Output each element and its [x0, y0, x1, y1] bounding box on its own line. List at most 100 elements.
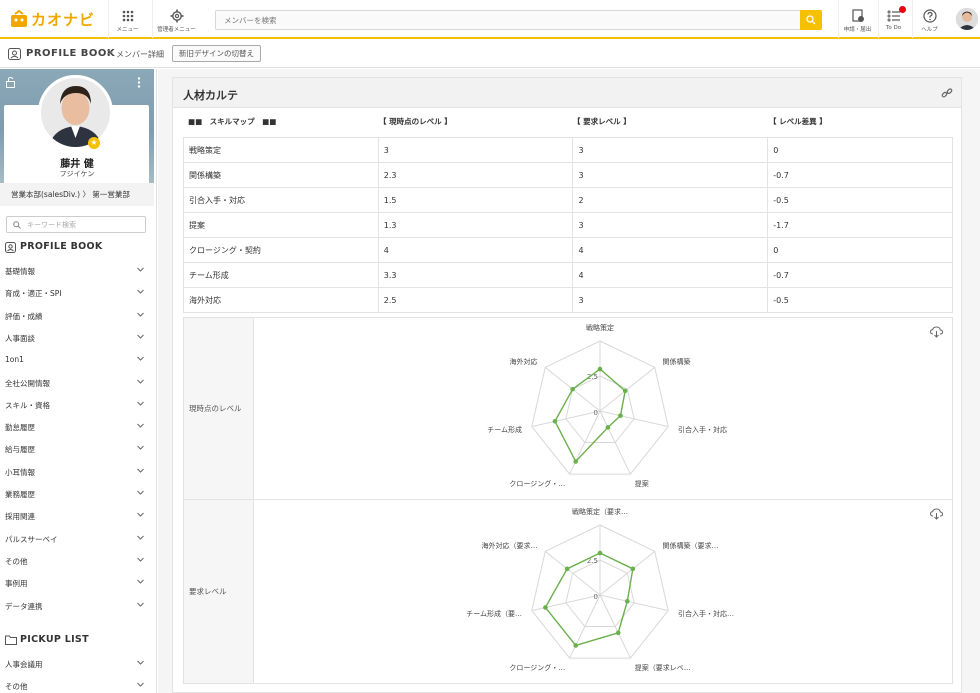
sidebar-item-label: 採用関連: [5, 512, 35, 522]
sidebar-item-label: パルスサーベイ: [5, 534, 58, 544]
radar-data-point: [630, 566, 636, 572]
profile-kana: フジイケン: [59, 170, 95, 178]
radar-data-point: [552, 418, 558, 424]
kaonavi-logo[interactable]: カオナビ: [10, 9, 95, 29]
radar-data-point: [615, 630, 621, 636]
sidebar-item-label: 人事面談: [5, 333, 35, 343]
unlock-icon[interactable]: [6, 77, 15, 88]
document-stamp-icon: [851, 9, 864, 22]
search-icon: [806, 15, 816, 25]
sidebar-item[interactable]: 育成・適正・SPI: [0, 282, 154, 304]
pickup-item-label: その他: [5, 682, 28, 692]
radar-data-point: [618, 413, 623, 418]
chevron-down-icon: [137, 312, 144, 317]
table-row: チーム形成 3.3 4 -0.7: [183, 262, 953, 288]
radar-chart-required: 02.5戦略策定（要求…関係構築（要求…引合入手・対応…提案（要求レベ…クロージ…: [466, 507, 734, 672]
panel-header: 人材カルテ: [173, 78, 961, 108]
required-level-cell: 3: [572, 162, 769, 188]
admin-menu-button[interactable]: 管理者メニュー: [152, 0, 200, 38]
sidebar-item[interactable]: 小耳情報: [0, 461, 154, 483]
sidebar-item[interactable]: 評価・成績: [0, 305, 154, 327]
radar-data-point: [573, 459, 579, 464]
sidebar-item[interactable]: パルスサーベイ: [0, 528, 154, 550]
level-diff-cell: -0.5: [767, 287, 953, 313]
sidebar-item[interactable]: 1on1: [0, 349, 154, 371]
sidebar: ★ 藤井 健 フジイケン 営業本部(salesDiv.) 〉 第一営業部 キーワ…: [0, 69, 157, 693]
help-button[interactable]: ヘルプ: [912, 0, 946, 38]
menu-button[interactable]: メニュー: [108, 0, 146, 38]
sidebar-item[interactable]: 人事面談: [0, 327, 154, 349]
sidebar-item-label: スキル・資格: [5, 400, 50, 410]
table-header-diff: 【 レベル差異 】: [769, 117, 827, 126]
sidebar-item[interactable]: 全社公開情報: [0, 372, 154, 394]
pickup-item[interactable]: 人事会議用: [0, 653, 154, 675]
more-vertical-icon[interactable]: [137, 77, 141, 88]
profile-book-heading-text: PROFILE BOOK: [20, 241, 103, 252]
radar-data-point: [564, 566, 570, 572]
chart-row-required: 要求レベル 0 2.5 戦略策定（要求… 関係構築（要求… 引合入手・対応… 提案（要求レ…: [183, 499, 953, 684]
sidebar-item-label: 基礎情報: [5, 267, 35, 276]
panel-title: 人材カルテ: [183, 89, 238, 102]
radar-axis-label: 引合入手・対応: [678, 425, 727, 434]
radar-data-point: [570, 386, 575, 392]
current-level-cell: 1.5: [377, 187, 574, 213]
chevron-down-icon: [137, 468, 144, 473]
keyword-search-input[interactable]: キーワード検索: [6, 216, 146, 233]
skill-table: 戦略策定 3 3 0 関係構築 2.3 3 -0.7 引合入手・対応 1.5 2 -0.5 提案 1.3 3…: [183, 137, 953, 313]
sidebar-item[interactable]: データ連携: [0, 595, 154, 617]
skill-name-cell: 引合入手・対応: [183, 187, 379, 213]
sidebar-item[interactable]: 勤怠履歴: [0, 416, 154, 438]
radar-axis-label: クロージング・…: [509, 663, 565, 672]
chevron-down-icon: [137, 602, 144, 607]
sidebar-item-label: 給与履歴: [5, 445, 35, 455]
skill-name-cell: 海外対応: [183, 287, 379, 313]
table-row: 提案 1.3 3 -1.7: [183, 212, 953, 238]
level-diff-cell: -0.5: [767, 187, 953, 213]
design-toggle-button[interactable]: 新旧デザインの切替え: [172, 45, 261, 62]
sidebar-item[interactable]: 基礎情報: [0, 260, 154, 282]
radar-spoke: [599, 550, 656, 596]
sidebar-item[interactable]: 事例用: [0, 572, 154, 594]
todo-button[interactable]: To Do: [878, 0, 908, 38]
level-diff-cell: -0.7: [767, 162, 953, 188]
chevron-down-icon: [137, 423, 144, 428]
sidebar-item[interactable]: その他: [0, 550, 154, 572]
pickup-item[interactable]: その他: [0, 675, 154, 693]
chevron-down-icon: [137, 334, 144, 339]
sidebar-item-label: 1on1: [5, 355, 24, 365]
sidebar-item[interactable]: スキル・資格: [0, 394, 154, 416]
radar-spoke: [531, 594, 601, 612]
required-level-cell: 2: [572, 187, 769, 213]
sidebar-item[interactable]: 給与履歴: [0, 438, 154, 460]
profile-header: ★ 藤井 健 フジイケン 営業本部(salesDiv.) 〉 第一営業部: [0, 69, 154, 206]
skill-name-cell: チーム形成: [183, 262, 379, 288]
member-search-input[interactable]: [216, 11, 796, 29]
profile-department[interactable]: 営業本部(salesDiv.) 〉 第一営業部: [0, 183, 154, 206]
apply-button[interactable]: 申請・届出: [838, 0, 876, 38]
sidebar-item[interactable]: 採用関連: [0, 505, 154, 527]
apply-label: 申請・届出: [843, 27, 872, 33]
chevron-down-icon: [137, 490, 144, 495]
radar-data-point: [624, 598, 630, 604]
radar-axis-label: 関係構築: [663, 357, 691, 366]
link-icon[interactable]: [941, 87, 953, 99]
radar-tick-label: 0: [594, 409, 598, 417]
user-avatar[interactable]: [956, 8, 978, 30]
level-diff-cell: 0: [767, 237, 953, 263]
chevron-down-icon: [137, 267, 144, 272]
star-badge-icon: ★: [88, 137, 100, 149]
chevron-down-icon: [137, 557, 144, 562]
breadcrumb-title[interactable]: PROFILE BOOK: [26, 48, 115, 59]
table-row: 海外対応 2.5 3 -0.5: [183, 287, 953, 313]
chevron-down-icon: [137, 289, 144, 295]
sidebar-item-label: 小耳情報: [5, 467, 35, 477]
profile-photo[interactable]: [38, 75, 113, 150]
chevron-down-icon: [137, 682, 144, 688]
user-avatar-image: [956, 8, 978, 30]
radar-spoke: [599, 410, 669, 428]
karte-panel: 人材カルテ ■■ スキルマップ ■■ 【 現時点のレベル 】 【 要求レベル 】…: [172, 77, 962, 693]
profile-name: 藤井 健: [60, 159, 94, 170]
sidebar-item[interactable]: 業務履歴: [0, 483, 154, 505]
radar-data-point: [622, 388, 628, 394]
search-button[interactable]: [800, 10, 822, 30]
